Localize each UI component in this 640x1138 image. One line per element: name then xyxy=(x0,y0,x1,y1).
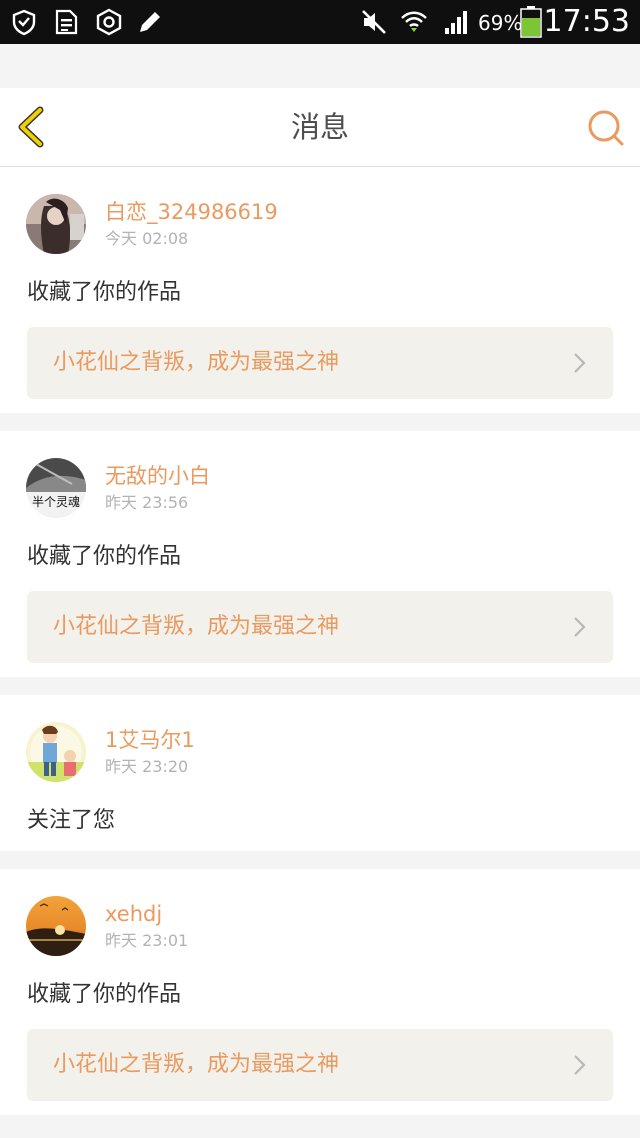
work-title: 小花仙之背叛，成为最强之神 xyxy=(53,350,340,375)
back-chevron-icon[interactable] xyxy=(10,104,56,150)
notification-action: 收藏了你的作品 xyxy=(27,982,182,1007)
timestamp: 今天 02:08 xyxy=(105,229,189,248)
avatar-text: 半个灵魂 xyxy=(32,494,80,509)
top-spacer xyxy=(0,44,640,88)
work-link[interactable]: 小花仙之背叛，成为最强之神 xyxy=(27,591,613,663)
username[interactable]: 白恋_324986619 xyxy=(105,199,278,225)
work-title: 小花仙之背叛，成为最强之神 xyxy=(53,614,340,639)
battery-percent: 69% xyxy=(478,11,523,35)
nav-bar: 消息 xyxy=(0,88,640,167)
mute-icon xyxy=(362,10,386,34)
work-link[interactable]: 小花仙之背叛，成为最强之神 xyxy=(27,327,613,399)
shield-check-icon xyxy=(12,9,36,36)
battery-icon xyxy=(520,6,542,38)
chevron-right-icon xyxy=(574,1055,586,1075)
work-title: 小花仙之背叛，成为最强之神 xyxy=(53,1052,340,1077)
notification-action: 关注了您 xyxy=(27,808,116,833)
page-title: 消息 xyxy=(290,110,349,144)
pencil-icon xyxy=(140,12,160,32)
username[interactable]: 1艾马尔1 xyxy=(105,727,195,753)
avatar[interactable] xyxy=(26,896,86,956)
signal-icon xyxy=(445,11,467,34)
avatar[interactable] xyxy=(26,194,86,254)
search-icon[interactable] xyxy=(586,108,626,148)
notification-card: 半个灵魂 无敌的小白 昨天 23:56 收藏了你的作品 小花仙之背叛，成为最强之… xyxy=(0,431,640,677)
timestamp: 昨天 23:20 xyxy=(105,757,189,776)
wifi-icon xyxy=(401,11,427,32)
status-bar: 69% 17:53 xyxy=(0,0,640,44)
notification-card: xehdj 昨天 23:01 收藏了你的作品 小花仙之背叛，成为最强之神 xyxy=(0,869,640,1115)
chevron-right-icon xyxy=(574,353,586,373)
notification-action: 收藏了你的作品 xyxy=(27,544,182,569)
username[interactable]: 无敌的小白 xyxy=(105,463,210,489)
notification-card: 白恋_324986619 今天 02:08 收藏了你的作品 小花仙之背叛，成为最… xyxy=(0,167,640,413)
hexagon-settings-icon xyxy=(96,8,122,36)
timestamp: 昨天 23:01 xyxy=(105,931,189,950)
document-icon xyxy=(55,9,78,35)
work-link[interactable]: 小花仙之背叛，成为最强之神 xyxy=(27,1029,613,1101)
avatar[interactable]: 半个灵魂 xyxy=(26,458,86,518)
avatar[interactable] xyxy=(26,722,86,782)
notification-action: 收藏了你的作品 xyxy=(27,280,182,305)
status-time: 17:53 xyxy=(543,4,630,39)
chevron-right-icon xyxy=(574,617,586,637)
timestamp: 昨天 23:56 xyxy=(105,493,189,512)
username[interactable]: xehdj xyxy=(105,901,162,927)
notification-card: 1艾马尔1 昨天 23:20 关注了您 xyxy=(0,695,640,851)
